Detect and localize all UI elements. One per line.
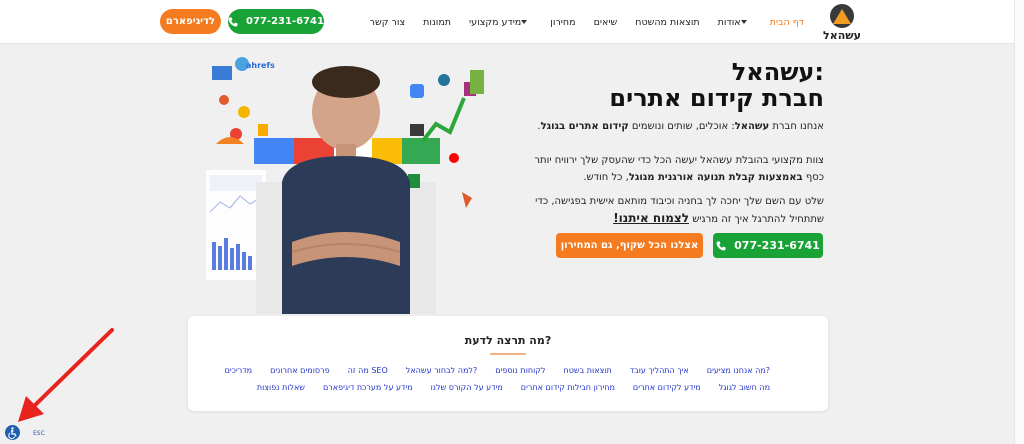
main-nav: דף הבית אודות תוצאות מהשטח שיאים מחירון …	[352, 14, 804, 30]
info-link[interactable]: מחירון חבילות קידום אתרים	[521, 383, 615, 392]
info-link[interactable]: מידע על מערכת דיגיפארם	[323, 383, 413, 392]
nav-item-professional-info[interactable]: מידע מקצועי	[469, 17, 532, 28]
nav-item-home[interactable]: דף הבית	[770, 17, 804, 28]
info-link[interactable]: מה חשוב לגוגל	[719, 383, 770, 392]
pricing-button[interactable]: אצלנו הכל שקוף, גם המחירון	[556, 233, 703, 258]
info-links-row-1: מה אנחנו מציעים? איך התהליך עובד תוצאות …	[207, 366, 770, 375]
nav-item-about[interactable]: אודות	[718, 17, 752, 28]
info-link[interactable]: מה זה SEO	[348, 366, 388, 375]
info-link[interactable]: איך התהליך עובד	[630, 366, 689, 375]
nav-item-photos[interactable]: תמונות	[423, 17, 451, 28]
logo-mark-icon	[830, 4, 854, 28]
site-header: עשהאל דף הבית אודות תוצאות מהשטח שיאים מ…	[0, 0, 1014, 44]
info-links-row-2: מה חשוב לגוגל מידע לקידום אתרים מחירון ח…	[239, 383, 770, 392]
hero-paragraph-2: צוות מקצועי בהובלת עשהאל יעשה הכל כדי שה…	[534, 155, 824, 183]
hero-paragraph-3: שלט עם השם שלך יחכה לך בחניה וכיבוד מותא…	[535, 196, 824, 225]
info-link[interactable]: מה אנחנו מציעים?	[707, 366, 770, 375]
phone-icon	[716, 241, 726, 251]
phone-icon	[228, 17, 238, 27]
nav-item-pricing[interactable]: מחירון	[550, 17, 575, 28]
svg-text:ahrefs: ahrefs	[246, 61, 275, 70]
nav-item-results[interactable]: תוצאות מהשטח	[635, 17, 699, 28]
info-link[interactable]: פרסומים אחרונים	[270, 366, 330, 375]
chevron-down-icon	[740, 20, 747, 24]
divider	[490, 353, 526, 355]
info-link[interactable]: שאלות נפוצות	[257, 383, 305, 392]
logo-text: עשהאל	[823, 29, 861, 42]
hero-image: ahrefs	[206, 57, 484, 314]
info-card: מה תרצה לדעת? מה אנחנו מציעים? איך התהלי…	[188, 316, 828, 411]
hero-title: עשהאל:	[731, 58, 824, 86]
nav-item-contact[interactable]: צור קשר	[370, 17, 405, 28]
accessibility-esc-label: ESC	[33, 430, 45, 437]
scrollbar[interactable]	[1014, 0, 1024, 444]
info-link[interactable]: מידע על הקורס שלנו	[431, 383, 503, 392]
info-link[interactable]: מדריכים	[225, 366, 252, 375]
chevron-down-icon	[521, 20, 528, 24]
hero-phone-button[interactable]: 077-231-6741	[713, 233, 823, 258]
accessibility-icon[interactable]	[5, 425, 20, 440]
info-link[interactable]: למה לבחור עשהאל?	[406, 366, 477, 375]
hero-subtitle: חברת קידום אתרים	[609, 84, 824, 112]
header-phone-button[interactable]: 077-231-6741	[228, 9, 324, 34]
wheelchair-icon	[8, 427, 17, 440]
nav-item-records[interactable]: שיאים	[594, 17, 618, 28]
info-link[interactable]: מידע לקידום אתרים	[633, 383, 701, 392]
site-logo[interactable]: עשהאל	[820, 3, 864, 42]
info-card-title: מה תרצה לדעת?	[464, 334, 552, 347]
grow-with-us-link[interactable]: לצמוח איתנו!	[613, 211, 689, 225]
info-link[interactable]: תוצאות בשטח	[564, 366, 612, 375]
info-link[interactable]: לקוחות נוספים	[495, 366, 545, 375]
header-digifarm-button[interactable]: לדיגיפארם	[160, 9, 221, 34]
hero-paragraph-1: אנחנו חברת עשהאל: אוכלים, שותים ונושמים …	[537, 121, 824, 132]
